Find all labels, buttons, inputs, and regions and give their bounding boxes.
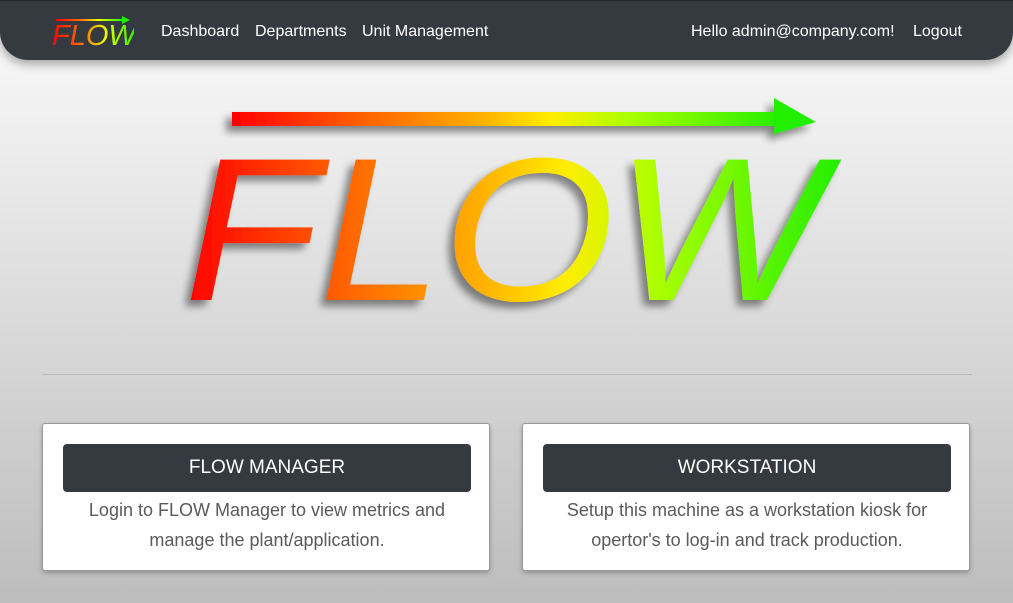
user-greeting: Hello admin@company.com! [691,23,895,40]
flow-manager-description: Login to FLOW Manager to view metrics an… [88,500,446,550]
nav-departments-link[interactable]: Departments [255,22,347,42]
top-bar [232,112,784,126]
brand-logo[interactable]: FLOW [46,14,134,50]
section-divider [42,374,972,375]
top-navbar: FLOW Dashboard Departments Unit Manageme… [0,0,1013,60]
logout-link[interactable]: Logout [913,22,962,42]
flow-manager-card: FLOW MANAGER Login to FLOW Manager to vi… [42,423,490,571]
nav-dashboard-link[interactable]: Dashboard [161,22,239,42]
workstation-description: Setup this machine as a workstation kios… [566,500,928,550]
svg-text:FLOW: FLOW [52,20,134,50]
workstation-card: WORKSTATION Setup this machine as a work… [522,423,970,571]
nav-unit-management-link[interactable]: Unit Management [362,22,488,42]
flow-manager-button[interactable]: FLOW MANAGER [63,444,471,492]
workstation-button[interactable]: WORKSTATION [543,444,951,492]
svg-text:FLOW: FLOW [184,116,842,322]
flow-hero-logo: FLOW [184,98,842,322]
